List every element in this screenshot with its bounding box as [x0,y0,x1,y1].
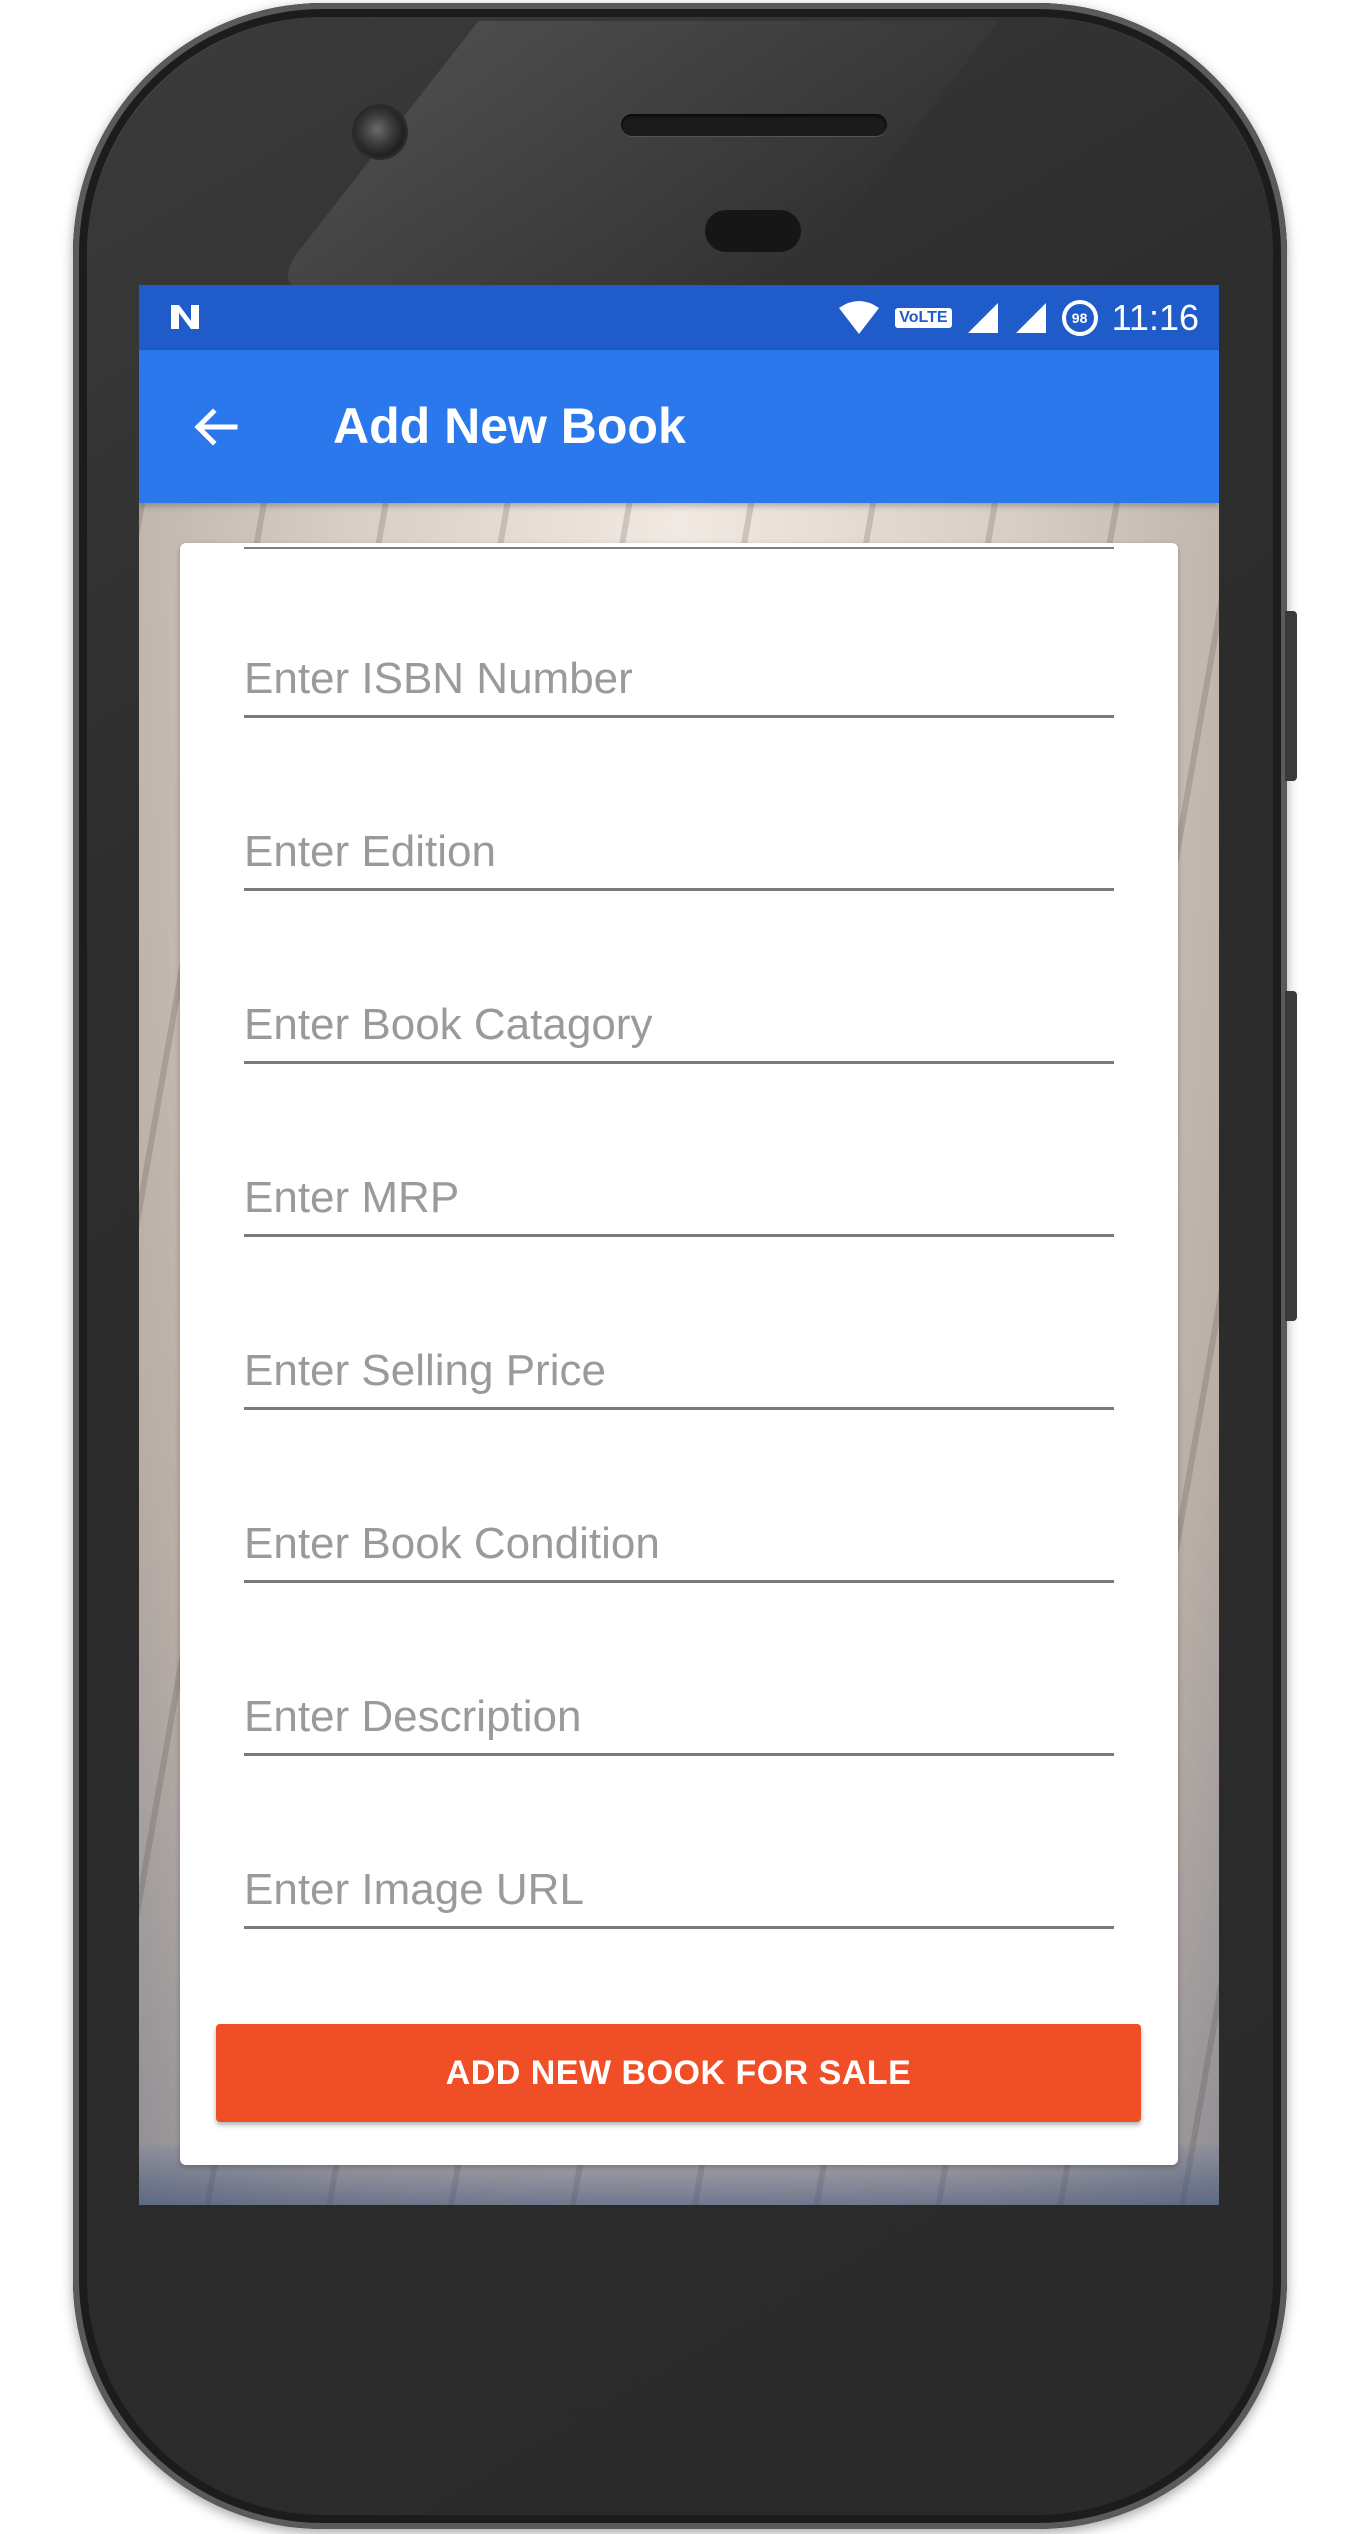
description-field[interactable] [244,1684,1114,1756]
selling-price-input[interactable] [244,1341,1114,1401]
front-camera [355,107,405,157]
app-bar: Add New Book [139,350,1219,503]
selling-price-field[interactable] [244,1338,1114,1410]
signal-icon-2 [1015,302,1046,333]
notification-n-icon [171,305,199,329]
edition-field[interactable] [244,819,1114,891]
proximity-sensor [705,210,801,252]
isbn-input[interactable] [244,649,1114,709]
category-field[interactable] [244,992,1114,1064]
status-icons: VoLTE 98 11:16 [837,285,1199,350]
category-input[interactable] [244,995,1114,1055]
add-book-button[interactable]: ADD NEW BOOK FOR SALE [216,2024,1141,2122]
previous-field-underline [244,547,1114,549]
earpiece-speaker [621,114,887,136]
battery-level: 98 [1071,309,1088,326]
isbn-field[interactable] [244,646,1114,718]
status-time: 11:16 [1111,296,1199,338]
mrp-field[interactable] [244,1165,1114,1237]
wifi-icon [839,300,880,334]
image-url-field[interactable] [244,1857,1114,1929]
phone-screen: VoLTE 98 11:16 Add New Book Enter ISBN N… [139,285,1219,2205]
battery-saver-icon: 98 [1061,299,1098,336]
signal-icon [967,302,998,333]
description-input[interactable] [244,1687,1114,1747]
image-url-input[interactable] [244,1860,1114,1920]
volume-button [1285,991,1297,1321]
power-button [1285,611,1297,781]
form-card: ADD NEW BOOK FOR SALE [180,543,1178,2165]
book-condition-input[interactable] [244,1514,1114,1574]
book-condition-field[interactable] [244,1511,1114,1583]
page-title: Add New Book [333,398,686,454]
volte-badge: VoLTE [895,307,952,328]
arrow-left-icon[interactable] [189,400,243,454]
mrp-input[interactable] [244,1168,1114,1228]
edition-input[interactable] [244,822,1114,882]
status-bar: VoLTE 98 11:16 [139,285,1219,350]
